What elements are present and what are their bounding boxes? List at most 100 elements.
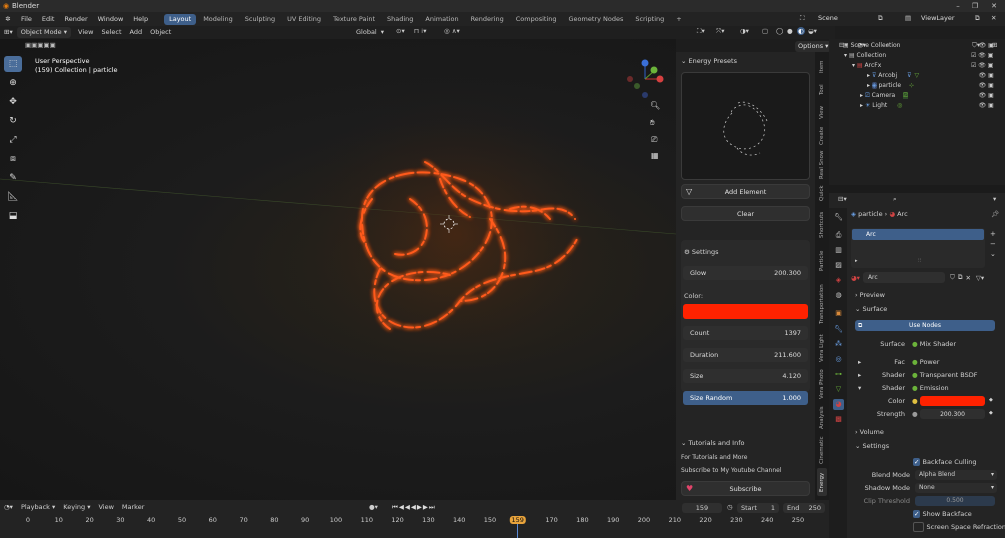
navigation-gizmo[interactable] <box>627 59 664 99</box>
surface-panel-header[interactable]: ⌄ Surface <box>855 305 887 313</box>
viewlayer-remove-icon[interactable]: ✕ <box>991 14 996 22</box>
proportional-edit-icon[interactable]: ◎ ∧▾ <box>444 27 460 35</box>
minimize-icon[interactable]: – <box>951 0 965 12</box>
scene-tab-icon[interactable]: ◈ <box>833 275 844 286</box>
unlink-material-icon[interactable]: ✕ <box>965 274 970 282</box>
use-nodes-button[interactable]: ⧉ Use Nodes <box>855 320 995 331</box>
camera-view-icon[interactable]: ⎚ <box>651 135 657 145</box>
subscribe-button[interactable]: ♥ Subscribe <box>681 481 810 496</box>
menu-file[interactable]: File <box>16 12 37 26</box>
ortho-grid-icon[interactable]: ▦ <box>651 151 659 160</box>
energy-presets-header[interactable]: ⌄ Energy Presets <box>681 57 737 65</box>
options-dropdown[interactable]: Options ▾ <box>795 41 832 52</box>
shading-material-icon[interactable]: ◐ <box>797 27 805 35</box>
outliner-row-arcobj[interactable]: ▸ ⊽ Arcobj ⊽ ▽ <box>867 71 919 81</box>
shader1-value[interactable]: ● Transparent BSDF <box>912 371 978 379</box>
measure-tool-icon[interactable]: 📐︎ <box>4 189 22 205</box>
add-cube-tool-icon[interactable]: ⬓ <box>4 208 22 224</box>
resize-handle-icon[interactable]: ⁝⁝ <box>918 258 921 264</box>
backface-culling-checkbox[interactable]: ✓ Backface Culling <box>913 458 977 466</box>
3d-viewport[interactable]: 🔍︎ ✋︎ ⎚ ▦ <box>0 39 676 500</box>
slot-remove-icon[interactable]: − <box>990 239 996 249</box>
slot-buttons[interactable]: + − ⌄ <box>990 229 996 259</box>
current-frame-marker[interactable]: 159 <box>509 516 526 524</box>
settings-header[interactable]: ⚙ Settings <box>684 248 719 256</box>
tab-energy[interactable]: Energy <box>817 468 827 496</box>
material-slot-item[interactable]: Arc <box>852 229 984 240</box>
slot-expand-icon[interactable]: ▸ <box>855 258 858 264</box>
tab-texture-paint[interactable]: Texture Paint <box>328 14 380 25</box>
tool-tab-icon[interactable]: 🔧︎ <box>833 212 844 223</box>
keying-menu[interactable]: Keying ▾ <box>59 502 94 513</box>
modifier-tab-icon[interactable]: 🔧︎ <box>833 324 844 335</box>
add-element-button[interactable]: ▽ Add Element <box>681 184 810 199</box>
rotate-tool-icon[interactable]: ↻ <box>4 113 22 129</box>
settings-panel-header[interactable]: ⌄ Settings <box>855 442 889 450</box>
preview-panel-header[interactable]: › Preview <box>855 291 885 299</box>
snap-icon[interactable]: ⊓ ⁞▾ <box>414 27 426 35</box>
physics-tab-icon[interactable]: ◎ <box>833 354 844 365</box>
count-field[interactable]: Count 1397 <box>683 326 808 340</box>
material-selector[interactable]: ◕▾ Arc ⛉ ⧉ ✕ ▽▾ <box>851 272 988 283</box>
tab-transportation[interactable]: Transportation <box>817 279 827 329</box>
fac-value[interactable]: ● Power <box>912 358 939 366</box>
outliner-row-camera[interactable]: ▸ ⎚ Camera ⎚ <box>860 91 908 101</box>
object-tab-icon[interactable]: ▣ <box>833 308 844 319</box>
scene-copy-icon[interactable]: ⧉ <box>878 14 883 23</box>
playback-menu[interactable]: Playback ▾ <box>17 502 59 513</box>
shading-wireframe-icon[interactable]: ◯ <box>776 27 783 35</box>
tab-animation[interactable]: Animation <box>420 14 463 25</box>
blender-menu-icon[interactable]: ✲ <box>0 15 16 23</box>
strength-keyframe-icon[interactable]: ◆ <box>989 410 993 416</box>
slot-menu-icon[interactable]: ⌄ <box>990 249 996 259</box>
volume-panel-header[interactable]: › Volume <box>855 428 884 436</box>
cursor-tool-icon[interactable]: ⊕ <box>4 75 22 91</box>
editor-type-icon[interactable]: ⊞▾ <box>0 27 17 38</box>
view-object-types-icon[interactable]: ⛶▾ <box>697 27 705 36</box>
tab-layout[interactable]: Layout <box>164 13 197 25</box>
output-tab-icon[interactable]: ▥ <box>833 245 844 256</box>
current-frame-field[interactable]: 159 <box>682 503 722 513</box>
menu-select[interactable]: Select <box>97 27 125 38</box>
tab-shortcuts[interactable]: Shortcuts <box>817 207 827 243</box>
tab-modeling[interactable]: Modeling <box>198 14 238 25</box>
playback-controls[interactable]: ⏮◀◀◀▶▶⏭ <box>392 503 436 512</box>
tab-real-snow[interactable]: Real Snow <box>817 150 827 180</box>
move-tool-icon[interactable]: ✥ <box>4 94 22 110</box>
tab-scripting[interactable]: Scripting <box>630 14 669 25</box>
scene-name[interactable]: Scene <box>818 14 838 22</box>
record-icon[interactable]: ●▾ <box>369 503 378 511</box>
pan-hand-icon[interactable]: ✋︎ <box>650 118 655 128</box>
zoom-icon[interactable]: 🔍︎ <box>650 101 660 110</box>
add-workspace-icon[interactable]: + <box>671 14 686 25</box>
preset-thumbnail[interactable] <box>681 72 810 180</box>
tab-view[interactable]: View <box>817 102 827 122</box>
scale-tool-icon[interactable]: ⤢ <box>4 132 22 148</box>
tab-tool[interactable]: Tool <box>817 80 827 100</box>
tab-cinematic[interactable]: Cinematic <box>817 434 827 466</box>
end-frame-field[interactable]: End 250 <box>783 503 825 513</box>
color-keyframe-icon[interactable]: ◆ <box>989 397 993 403</box>
xray-icon[interactable]: ▢ <box>762 27 768 35</box>
duplicate-material-icon[interactable]: ⧉ <box>958 273 963 282</box>
outliner-row-arcfx[interactable]: ▾ ▤ ArcFx <box>852 61 881 71</box>
tab-particle[interactable]: Particle <box>817 246 827 276</box>
start-frame-field[interactable]: Start 1 <box>737 503 779 513</box>
properties-editor-icon[interactable]: ⊟▾ <box>838 195 847 203</box>
tab-item[interactable]: Item <box>817 56 827 78</box>
shading-solid-icon[interactable]: ● <box>787 27 793 35</box>
transform-tool-icon[interactable]: ⧈ <box>4 151 22 167</box>
outliner-row-particle[interactable]: ▸ ◈ particle ⊹ <box>867 81 914 91</box>
pin-icon[interactable]: 📌︎ <box>991 210 999 218</box>
material-browse-icon[interactable]: ◕▾ <box>851 274 860 282</box>
tab-compositing[interactable]: Compositing <box>511 14 562 25</box>
overlays-icon[interactable]: ◑▾ <box>740 27 749 35</box>
tab-vera-photo[interactable]: Vera Photo <box>817 366 827 402</box>
world-tab-icon[interactable]: ◍ <box>833 290 844 301</box>
tab-create[interactable]: Create <box>817 124 827 148</box>
surface-value[interactable]: ● Mix Shader <box>912 340 956 348</box>
duration-field[interactable]: Duration 211.600 <box>683 348 808 362</box>
tab-uv-editing[interactable]: UV Editing <box>282 14 326 25</box>
slot-add-icon[interactable]: + <box>990 229 996 239</box>
annotate-tool-icon[interactable]: ✎ <box>4 170 22 186</box>
